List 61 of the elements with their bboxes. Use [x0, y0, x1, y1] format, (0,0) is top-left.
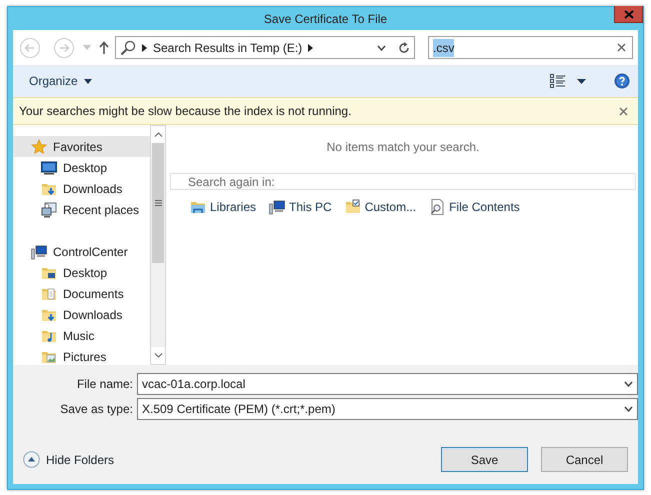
chevron-icon [308, 44, 314, 52]
star-icon [31, 138, 47, 154]
file-type-dropdown[interactable]: X.509 Certificate (PEM) (*.crt;*.pem) [137, 398, 638, 420]
nav-item[interactable]: Documents [13, 283, 150, 304]
dropdown-icon[interactable] [624, 381, 633, 387]
document-search-icon [429, 199, 446, 215]
search-location-link[interactable]: File Contents [429, 198, 520, 216]
scrollbar-thumb[interactable] [152, 143, 164, 263]
libraries-folder-icon [190, 199, 206, 215]
nav-item[interactable]: Desktop [13, 157, 150, 178]
close-icon[interactable] [619, 106, 628, 116]
info-message: Your searches might be slow because the index is not running. [19, 103, 352, 120]
dropdown-icon[interactable] [377, 44, 386, 50]
view-options-icon[interactable] [550, 74, 565, 88]
help-icon[interactable] [614, 73, 630, 89]
nav-item[interactable]: Downloads [13, 178, 150, 199]
clear-icon[interactable] [617, 43, 626, 52]
computer-icon [31, 244, 47, 260]
hide-folders-button[interactable]: Hide Folders [21, 448, 116, 470]
empty-message: No items match your search. [326, 140, 480, 154]
nav-item[interactable]: Downloads [13, 304, 150, 325]
search-field[interactable]: .csv [428, 36, 633, 59]
chevron-icon [142, 44, 147, 52]
nav-item[interactable]: Recent places [13, 199, 150, 220]
scroll-down-icon[interactable] [154, 353, 162, 358]
close-icon [624, 10, 634, 18]
field-label: File name: [76, 376, 134, 393]
grip-icon [154, 200, 162, 206]
up-arrow-icon[interactable] [99, 41, 109, 54]
custom-folder-icon [344, 199, 361, 215]
search-icon [120, 40, 136, 56]
nav-item[interactable]: Music [13, 325, 150, 346]
scrollbar[interactable] [150, 125, 166, 365]
collapse-icon [23, 451, 40, 468]
nav-item[interactable]: Desktop [13, 262, 150, 283]
scroll-up-icon[interactable] [154, 132, 162, 137]
cancel-button[interactable]: Cancel [541, 447, 628, 472]
caret-icon[interactable] [577, 78, 586, 84]
search-location-link[interactable]: Custom... [344, 198, 416, 216]
organize-button[interactable]: Organize [29, 72, 92, 90]
search-again-label: Search again in: [188, 174, 275, 190]
caret-icon [84, 78, 92, 84]
file-name-field[interactable]: vcac-01a.corp.local [137, 373, 638, 395]
refresh-icon[interactable] [398, 42, 410, 54]
close-button[interactable] [614, 6, 643, 23]
search-location-link[interactable]: This PC [269, 198, 332, 216]
search-location-link[interactable]: Libraries [190, 198, 256, 216]
address-path: Search Results in Temp (E:) [153, 40, 302, 56]
nav-group[interactable]: Favorites [13, 136, 150, 157]
save-button[interactable]: Save [441, 447, 528, 472]
field-label: Save as type: [59, 401, 134, 418]
search-text: .csv [433, 38, 454, 56]
window-title: Save Certificate To File [264, 10, 388, 28]
address-bar[interactable]: Search Results in Temp (E:) [115, 36, 415, 59]
monitor-icon [41, 160, 57, 176]
nav-item[interactable]: Pictures [13, 346, 150, 367]
recent-places-icon [41, 202, 57, 218]
nav-group[interactable]: ControlCenter [13, 241, 150, 262]
computer-icon [269, 199, 286, 215]
documents-folder-icon [41, 286, 57, 302]
dropdown-icon[interactable] [624, 406, 633, 412]
